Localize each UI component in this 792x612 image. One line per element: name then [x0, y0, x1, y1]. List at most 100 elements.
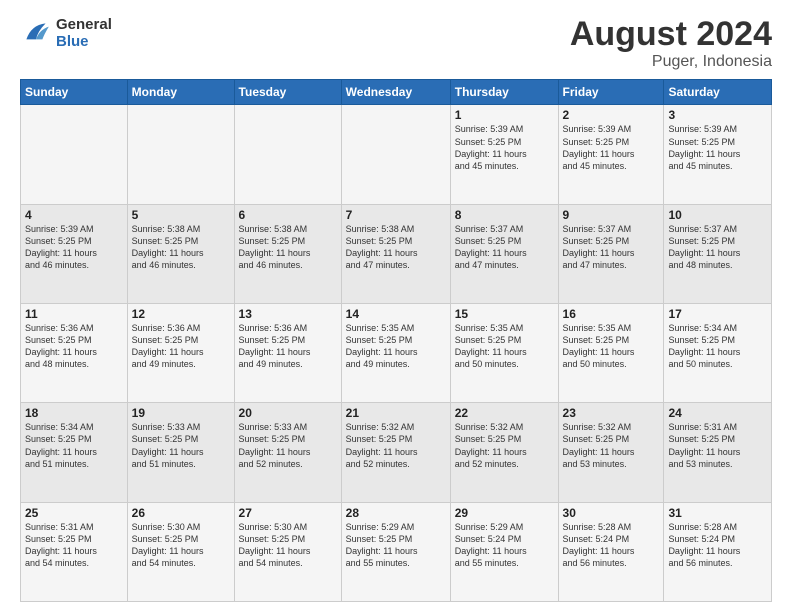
day-number: 3	[668, 108, 767, 122]
calendar-cell: 17Sunrise: 5:34 AM Sunset: 5:25 PM Dayli…	[664, 304, 772, 403]
day-info: Sunrise: 5:30 AM Sunset: 5:25 PM Dayligh…	[132, 521, 230, 570]
calendar-cell	[21, 105, 128, 204]
main-title: August 2024	[570, 16, 772, 53]
day-number: 29	[455, 506, 554, 520]
calendar-cell: 11Sunrise: 5:36 AM Sunset: 5:25 PM Dayli…	[21, 304, 128, 403]
calendar-cell: 29Sunrise: 5:29 AM Sunset: 5:24 PM Dayli…	[450, 502, 558, 601]
day-info: Sunrise: 5:36 AM Sunset: 5:25 PM Dayligh…	[132, 322, 230, 371]
day-number: 31	[668, 506, 767, 520]
day-number: 20	[239, 406, 337, 420]
day-number: 10	[668, 208, 767, 222]
day-number: 30	[563, 506, 660, 520]
day-info: Sunrise: 5:29 AM Sunset: 5:24 PM Dayligh…	[455, 521, 554, 570]
calendar-cell: 26Sunrise: 5:30 AM Sunset: 5:25 PM Dayli…	[127, 502, 234, 601]
day-number: 2	[563, 108, 660, 122]
day-info: Sunrise: 5:28 AM Sunset: 5:24 PM Dayligh…	[668, 521, 767, 570]
calendar-cell: 24Sunrise: 5:31 AM Sunset: 5:25 PM Dayli…	[664, 403, 772, 502]
day-number: 18	[25, 406, 123, 420]
day-info: Sunrise: 5:29 AM Sunset: 5:25 PM Dayligh…	[346, 521, 446, 570]
day-info: Sunrise: 5:37 AM Sunset: 5:25 PM Dayligh…	[563, 223, 660, 272]
calendar-cell: 13Sunrise: 5:36 AM Sunset: 5:25 PM Dayli…	[234, 304, 341, 403]
calendar-cell: 30Sunrise: 5:28 AM Sunset: 5:24 PM Dayli…	[558, 502, 664, 601]
subtitle: Puger, Indonesia	[570, 53, 772, 71]
day-number: 24	[668, 406, 767, 420]
day-number: 5	[132, 208, 230, 222]
day-number: 15	[455, 307, 554, 321]
day-header-monday: Monday	[127, 80, 234, 105]
page: General Blue August 2024 Puger, Indonesi…	[0, 0, 792, 612]
day-number: 8	[455, 208, 554, 222]
day-info: Sunrise: 5:38 AM Sunset: 5:25 PM Dayligh…	[239, 223, 337, 272]
day-number: 14	[346, 307, 446, 321]
day-info: Sunrise: 5:32 AM Sunset: 5:25 PM Dayligh…	[455, 421, 554, 470]
day-info: Sunrise: 5:34 AM Sunset: 5:25 PM Dayligh…	[668, 322, 767, 371]
calendar-cell: 15Sunrise: 5:35 AM Sunset: 5:25 PM Dayli…	[450, 304, 558, 403]
day-number: 12	[132, 307, 230, 321]
calendar-cell: 31Sunrise: 5:28 AM Sunset: 5:24 PM Dayli…	[664, 502, 772, 601]
calendar-cell: 28Sunrise: 5:29 AM Sunset: 5:25 PM Dayli…	[341, 502, 450, 601]
calendar-cell: 10Sunrise: 5:37 AM Sunset: 5:25 PM Dayli…	[664, 204, 772, 303]
logo-icon	[20, 17, 52, 49]
day-number: 21	[346, 406, 446, 420]
day-info: Sunrise: 5:37 AM Sunset: 5:25 PM Dayligh…	[455, 223, 554, 272]
day-info: Sunrise: 5:38 AM Sunset: 5:25 PM Dayligh…	[132, 223, 230, 272]
calendar-table: SundayMondayTuesdayWednesdayThursdayFrid…	[20, 79, 772, 602]
day-info: Sunrise: 5:35 AM Sunset: 5:25 PM Dayligh…	[563, 322, 660, 371]
logo-text: General Blue	[56, 16, 112, 50]
day-header-tuesday: Tuesday	[234, 80, 341, 105]
day-number: 23	[563, 406, 660, 420]
day-info: Sunrise: 5:36 AM Sunset: 5:25 PM Dayligh…	[239, 322, 337, 371]
calendar-cell: 2Sunrise: 5:39 AM Sunset: 5:25 PM Daylig…	[558, 105, 664, 204]
day-header-sunday: Sunday	[21, 80, 128, 105]
day-header-wednesday: Wednesday	[341, 80, 450, 105]
calendar-cell: 18Sunrise: 5:34 AM Sunset: 5:25 PM Dayli…	[21, 403, 128, 502]
day-number: 4	[25, 208, 123, 222]
day-info: Sunrise: 5:32 AM Sunset: 5:25 PM Dayligh…	[563, 421, 660, 470]
calendar-cell: 7Sunrise: 5:38 AM Sunset: 5:25 PM Daylig…	[341, 204, 450, 303]
day-number: 19	[132, 406, 230, 420]
calendar-cell: 4Sunrise: 5:39 AM Sunset: 5:25 PM Daylig…	[21, 204, 128, 303]
day-info: Sunrise: 5:39 AM Sunset: 5:25 PM Dayligh…	[455, 123, 554, 172]
day-info: Sunrise: 5:31 AM Sunset: 5:25 PM Dayligh…	[25, 521, 123, 570]
calendar-cell: 12Sunrise: 5:36 AM Sunset: 5:25 PM Dayli…	[127, 304, 234, 403]
calendar-cell: 16Sunrise: 5:35 AM Sunset: 5:25 PM Dayli…	[558, 304, 664, 403]
day-info: Sunrise: 5:35 AM Sunset: 5:25 PM Dayligh…	[455, 322, 554, 371]
day-number: 13	[239, 307, 337, 321]
day-info: Sunrise: 5:38 AM Sunset: 5:25 PM Dayligh…	[346, 223, 446, 272]
day-info: Sunrise: 5:39 AM Sunset: 5:25 PM Dayligh…	[668, 123, 767, 172]
day-number: 28	[346, 506, 446, 520]
calendar-cell: 25Sunrise: 5:31 AM Sunset: 5:25 PM Dayli…	[21, 502, 128, 601]
calendar-cell: 21Sunrise: 5:32 AM Sunset: 5:25 PM Dayli…	[341, 403, 450, 502]
day-header-friday: Friday	[558, 80, 664, 105]
day-info: Sunrise: 5:34 AM Sunset: 5:25 PM Dayligh…	[25, 421, 123, 470]
calendar-cell: 5Sunrise: 5:38 AM Sunset: 5:25 PM Daylig…	[127, 204, 234, 303]
day-number: 11	[25, 307, 123, 321]
calendar-cell: 27Sunrise: 5:30 AM Sunset: 5:25 PM Dayli…	[234, 502, 341, 601]
calendar-cell: 20Sunrise: 5:33 AM Sunset: 5:25 PM Dayli…	[234, 403, 341, 502]
day-info: Sunrise: 5:32 AM Sunset: 5:25 PM Dayligh…	[346, 421, 446, 470]
header: General Blue August 2024 Puger, Indonesi…	[20, 16, 772, 71]
calendar-cell: 8Sunrise: 5:37 AM Sunset: 5:25 PM Daylig…	[450, 204, 558, 303]
day-number: 7	[346, 208, 446, 222]
calendar-cell: 3Sunrise: 5:39 AM Sunset: 5:25 PM Daylig…	[664, 105, 772, 204]
day-header-thursday: Thursday	[450, 80, 558, 105]
day-header-saturday: Saturday	[664, 80, 772, 105]
day-info: Sunrise: 5:39 AM Sunset: 5:25 PM Dayligh…	[25, 223, 123, 272]
calendar-cell: 22Sunrise: 5:32 AM Sunset: 5:25 PM Dayli…	[450, 403, 558, 502]
day-number: 16	[563, 307, 660, 321]
day-number: 22	[455, 406, 554, 420]
day-number: 9	[563, 208, 660, 222]
calendar-cell: 6Sunrise: 5:38 AM Sunset: 5:25 PM Daylig…	[234, 204, 341, 303]
calendar-cell	[234, 105, 341, 204]
day-info: Sunrise: 5:33 AM Sunset: 5:25 PM Dayligh…	[239, 421, 337, 470]
day-info: Sunrise: 5:36 AM Sunset: 5:25 PM Dayligh…	[25, 322, 123, 371]
calendar-cell: 9Sunrise: 5:37 AM Sunset: 5:25 PM Daylig…	[558, 204, 664, 303]
title-block: August 2024 Puger, Indonesia	[570, 16, 772, 71]
calendar-cell: 19Sunrise: 5:33 AM Sunset: 5:25 PM Dayli…	[127, 403, 234, 502]
day-number: 25	[25, 506, 123, 520]
day-info: Sunrise: 5:37 AM Sunset: 5:25 PM Dayligh…	[668, 223, 767, 272]
day-number: 26	[132, 506, 230, 520]
day-number: 27	[239, 506, 337, 520]
day-number: 6	[239, 208, 337, 222]
day-info: Sunrise: 5:33 AM Sunset: 5:25 PM Dayligh…	[132, 421, 230, 470]
